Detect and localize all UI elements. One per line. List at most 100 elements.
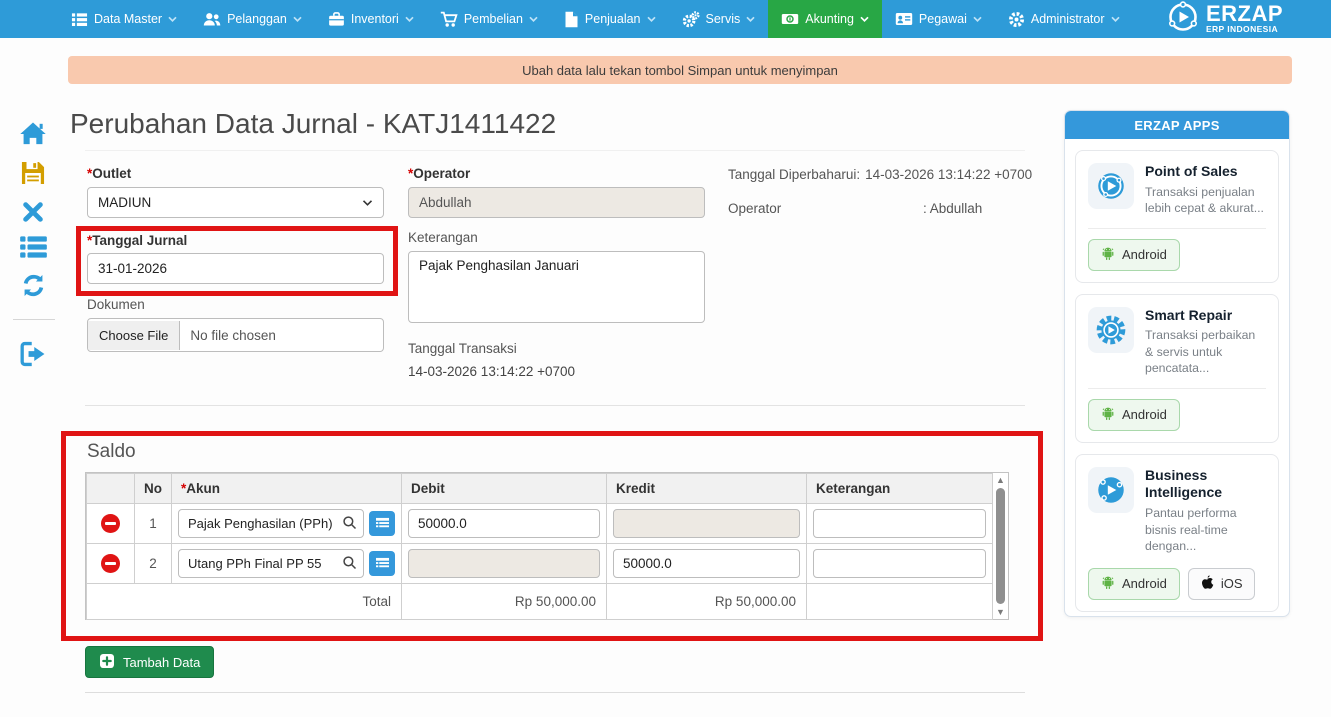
chevron-down-icon — [405, 16, 414, 23]
account-list-button[interactable] — [369, 511, 395, 536]
keterangan-label: Keterangan — [408, 230, 478, 245]
tanggal-jurnal-label: *Tanggal Jurnal — [87, 233, 187, 248]
table-scrollbar[interactable]: ▲ ▼ — [993, 473, 1008, 619]
nav-item-label: Administrator — [1031, 12, 1105, 26]
users-icon — [203, 11, 221, 28]
search-icon[interactable] — [342, 555, 357, 573]
android-badge[interactable]: Android — [1088, 399, 1180, 431]
remove-row-icon[interactable] — [101, 514, 120, 533]
close-icon[interactable] — [16, 196, 50, 228]
column-header-kredit: Kredit — [607, 474, 807, 504]
gears-icon — [682, 11, 700, 28]
android-badge[interactable]: Android — [1088, 568, 1180, 600]
choose-file-button[interactable]: Choose File — [88, 321, 180, 350]
divider — [13, 319, 55, 320]
save-icon[interactable] — [16, 157, 50, 189]
operator-field-wrap — [408, 187, 705, 218]
chevron-down-icon — [860, 16, 869, 23]
nav-item-penjualan[interactable]: Penjualan — [551, 0, 669, 38]
nav-item-servis[interactable]: Servis — [669, 0, 769, 38]
meta-info: Tanggal Diperbaharui: 14-03-2026 13:14:2… — [728, 167, 1028, 235]
top-nav: Data Master Pelanggan Inventori Pembelia… — [0, 0, 1331, 38]
kredit-field-wrap — [613, 509, 800, 538]
account-list-button[interactable] — [369, 551, 395, 576]
saldo-table: No *Akun Debit Kredit Keterangan 1 — [86, 473, 993, 620]
nav-item-administrator[interactable]: Administrator — [995, 0, 1133, 38]
info-banner: Ubah data lalu tekan tombol Simpan untuk… — [68, 56, 1292, 84]
remove-row-icon[interactable] — [101, 554, 120, 573]
table-row: 2 — [87, 544, 993, 584]
debit-field-wrap — [408, 549, 600, 578]
ios-badge-label: iOS — [1221, 576, 1243, 591]
debit-input — [418, 556, 590, 571]
row-keterangan-input[interactable] — [823, 556, 976, 571]
saldo-table-container: No *Akun Debit Kredit Keterangan 1 — [85, 472, 1009, 620]
brand-logo[interactable]: ERZAP ERP INDONESIA — [1167, 0, 1283, 38]
chevron-down-icon — [973, 16, 982, 23]
tambah-data-button[interactable]: Tambah Data — [85, 646, 214, 678]
divider — [1088, 388, 1266, 389]
business-intelligence-icon — [1088, 467, 1134, 513]
chevron-down-icon — [293, 16, 302, 23]
outlet-label: *Outlet — [87, 166, 131, 181]
list-icon — [71, 11, 88, 28]
akun-field-wrap — [178, 549, 364, 578]
logout-icon[interactable] — [16, 338, 50, 370]
outlet-select[interactable]: MADIUN — [87, 187, 384, 218]
ios-badge[interactable]: iOS — [1188, 568, 1256, 600]
keterangan-textarea[interactable]: Pajak Penghasilan Januari — [408, 251, 705, 323]
divider — [1088, 228, 1266, 229]
debit-input[interactable] — [418, 516, 590, 531]
nav-item-pembelian[interactable]: Pembelian — [427, 0, 551, 38]
meta-operator-label: Operator — [728, 201, 918, 216]
meta-updated-label: Tanggal Diperbaharui: — [728, 167, 860, 182]
scroll-up-icon[interactable]: ▲ — [996, 475, 1005, 485]
table-row: 1 — [87, 504, 993, 544]
kredit-input — [623, 516, 790, 531]
nav-item-label: Pembelian — [464, 12, 523, 26]
android-badge-label: Android — [1122, 407, 1167, 422]
keterangan-field-wrap — [813, 549, 986, 578]
nav-item-pelanggan[interactable]: Pelanggan — [190, 0, 315, 38]
main-content: Perubahan Data Jurnal - KATJ1411422 *Out… — [68, 100, 1025, 717]
chevron-down-icon — [529, 16, 538, 23]
refresh-icon[interactable] — [16, 269, 50, 301]
scrollbar-thumb[interactable] — [996, 488, 1005, 604]
home-icon[interactable] — [16, 118, 50, 150]
list-icon[interactable] — [16, 231, 50, 263]
android-badge-label: Android — [1122, 576, 1167, 591]
android-badge-label: Android — [1122, 247, 1167, 262]
dokumen-file-input[interactable]: Choose File No file chosen — [87, 318, 384, 352]
meta-operator: Operator : Abdullah — [728, 201, 1028, 216]
nav-item-inventori[interactable]: Inventori — [315, 0, 427, 38]
file-status: No file chosen — [180, 328, 286, 343]
left-toolbar — [0, 100, 68, 700]
chevron-down-icon — [746, 16, 755, 23]
app-name: Smart Repair — [1145, 307, 1266, 325]
nav-item-pegawai[interactable]: Pegawai — [882, 0, 995, 38]
search-icon[interactable] — [342, 515, 357, 533]
operator-label: *Operator — [408, 166, 470, 181]
row-number: 2 — [135, 544, 172, 584]
nav-item-akunting[interactable]: Akunting — [768, 0, 882, 38]
erzap-apps-panel: ERZAP APPS Point of Sales Transaksi penj… — [1064, 110, 1290, 617]
tanggal-jurnal-input[interactable] — [98, 261, 373, 276]
cart-icon — [440, 11, 458, 28]
row-keterangan-input[interactable] — [823, 516, 976, 531]
tanggal-jurnal-field-wrap — [87, 253, 384, 284]
gear-icon — [1008, 11, 1025, 28]
app-name: Business Intelligence — [1145, 467, 1260, 502]
total-label: Total — [87, 584, 402, 620]
android-icon — [1101, 406, 1115, 424]
akun-input[interactable] — [188, 516, 338, 531]
akun-input[interactable] — [188, 556, 338, 571]
android-badge[interactable]: Android — [1088, 239, 1180, 271]
kredit-input[interactable] — [623, 556, 790, 571]
column-header-debit: Debit — [402, 474, 607, 504]
scroll-down-icon[interactable]: ▼ — [996, 607, 1005, 617]
nav-item-data-master[interactable]: Data Master — [58, 0, 190, 38]
total-keterangan-cell — [807, 584, 993, 620]
divider — [85, 405, 1025, 406]
meta-updated: Tanggal Diperbaharui: 14-03-2026 13:14:2… — [728, 167, 1028, 182]
outlet-select-value: MADIUN — [98, 195, 151, 210]
